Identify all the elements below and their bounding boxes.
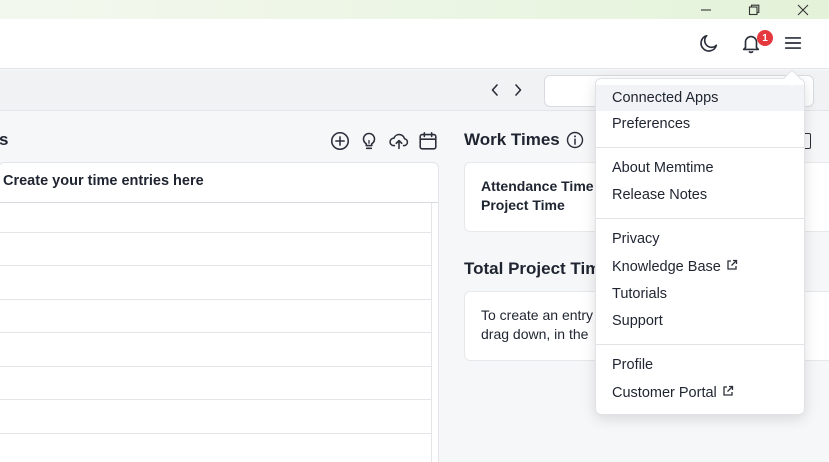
moon-icon <box>700 34 718 52</box>
cloud-upload-icon <box>389 133 409 150</box>
external-link-icon <box>723 385 733 396</box>
main-menu-button[interactable] <box>779 29 807 57</box>
panel-toggle-icon[interactable] <box>805 133 811 149</box>
minimize-icon <box>701 8 711 11</box>
calendar-button[interactable] <box>416 129 440 153</box>
project-time-label: Project Time <box>481 197 565 213</box>
main-dropdown-menu: Connected Apps Preferences About Memtime… <box>595 78 805 415</box>
menu-item-privacy[interactable]: Privacy <box>596 226 804 252</box>
entries-header: Create your time entries here <box>3 173 204 189</box>
entries-column-divider <box>431 203 432 462</box>
lightbulb-icon <box>362 132 376 150</box>
menu-item-release-notes[interactable]: Release Notes <box>596 182 804 208</box>
timeline-row <box>0 299 431 300</box>
next-day-button[interactable] <box>509 80 527 100</box>
chevron-left-icon <box>491 84 498 96</box>
menu-item-tutorials[interactable]: Tutorials <box>596 281 804 307</box>
entries-header-divider <box>0 202 438 203</box>
upload-button[interactable] <box>387 129 411 153</box>
previous-day-button[interactable] <box>486 80 504 100</box>
total-project-hint-line2: drag down, in the <box>481 326 589 342</box>
timeline-row <box>0 433 431 434</box>
add-entry-button[interactable] <box>328 129 352 153</box>
calendar-icon <box>419 131 437 150</box>
timeline-row <box>0 399 431 400</box>
menu-item-preferences[interactable]: Preferences <box>596 111 804 137</box>
work-times-info-button[interactable] <box>562 127 588 153</box>
timeline-row <box>0 332 431 333</box>
restore-button[interactable] <box>734 0 774 19</box>
timeline-row <box>0 265 431 266</box>
entries-section-title: s <box>0 130 9 149</box>
menu-item-connected-apps[interactable]: Connected Apps <box>596 85 804 111</box>
menu-item-about[interactable]: About Memtime <box>596 155 804 181</box>
external-link-icon <box>727 259 737 270</box>
work-times-title: Work Times <box>464 130 560 149</box>
chevron-right-icon <box>515 84 522 96</box>
close-window-button[interactable] <box>783 0 823 19</box>
menu-item-knowledge-base[interactable]: Knowledge Base <box>596 254 804 280</box>
add-circle-icon <box>330 131 350 151</box>
menu-divider <box>596 147 804 148</box>
menu-item-customer-portal[interactable]: Customer Portal <box>596 380 804 406</box>
timeline-row <box>0 366 431 367</box>
timeline-row <box>0 232 431 233</box>
notification-badge: 1 <box>757 30 773 46</box>
suggestions-button[interactable] <box>357 129 381 153</box>
total-project-hint-line1: To create an entry <box>481 307 594 323</box>
hamburger-menu-icon <box>784 37 802 49</box>
menu-item-profile[interactable]: Profile <box>596 352 804 378</box>
menu-item-support[interactable]: Support <box>596 308 804 334</box>
minimize-button[interactable] <box>686 0 726 19</box>
restore-icon <box>748 4 760 15</box>
menu-divider <box>596 218 804 219</box>
close-icon <box>797 4 809 15</box>
total-project-time-title: Total Project Tim <box>464 259 601 278</box>
time-entries-panel[interactable] <box>0 162 439 462</box>
attendance-time-label: Attendance Time <box>481 178 594 194</box>
menu-divider <box>596 344 804 345</box>
dark-mode-toggle[interactable] <box>695 29 723 57</box>
info-icon <box>566 131 584 149</box>
